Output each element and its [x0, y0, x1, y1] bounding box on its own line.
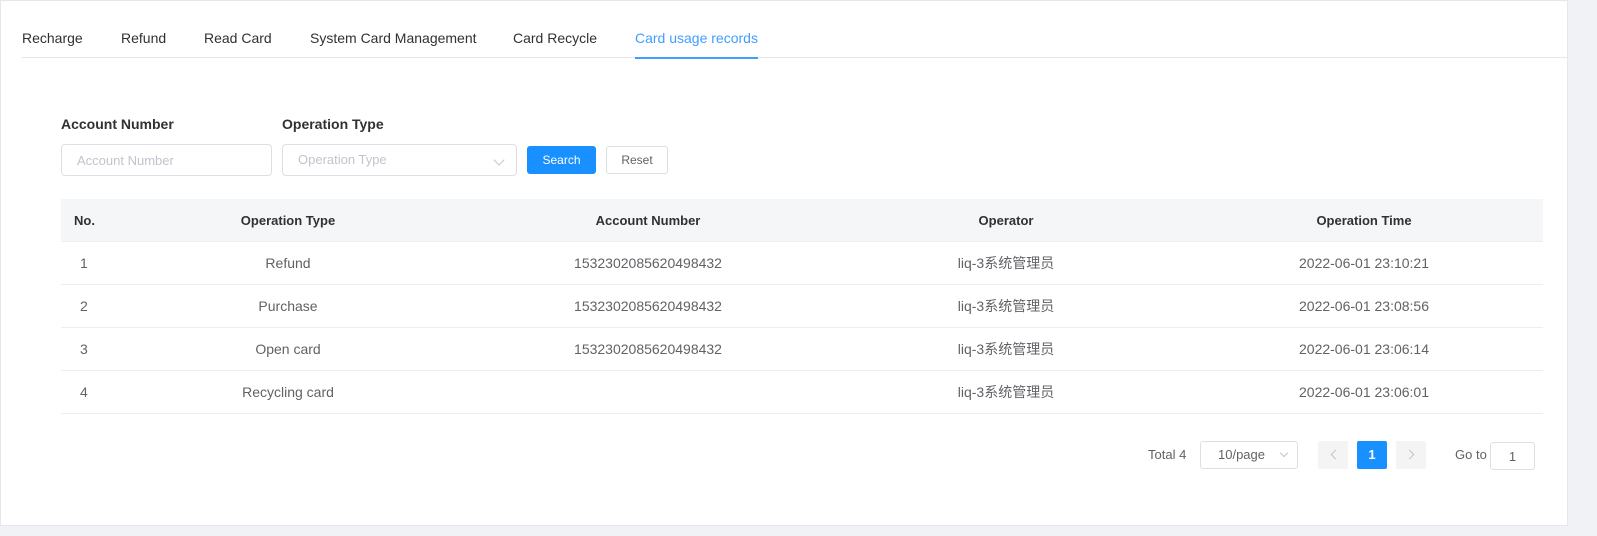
tab-recharge[interactable]: Recharge [22, 1, 83, 58]
chevron-down-icon [493, 154, 505, 166]
goto-page-input[interactable] [1490, 442, 1535, 470]
cell-operation-time: 2022-06-01 23:08:56 [1299, 298, 1429, 314]
page-size-select[interactable]: 10/page [1200, 441, 1298, 469]
header-no: No. [74, 213, 95, 228]
cell-operator: liq-3系统管理员 [957, 384, 1055, 400]
next-page-button[interactable] [1396, 441, 1426, 469]
cell-no: 2 [80, 298, 88, 314]
cell-operation-type: Open card [255, 341, 321, 357]
prev-page-button[interactable] [1318, 441, 1348, 469]
search-button[interactable]: Search [527, 146, 596, 174]
goto-label: Go to [1455, 447, 1487, 462]
chevron-right-icon [1404, 449, 1415, 460]
header-operation-type: Operation Type [240, 213, 336, 228]
page-number-current[interactable]: 1 [1357, 441, 1387, 469]
tab-refund[interactable]: Refund [121, 1, 166, 58]
operation-type-select[interactable]: Operation Type [282, 144, 517, 176]
header-operation-time: Operation Time [1316, 213, 1412, 228]
cell-operation-type: Recycling card [242, 384, 334, 400]
tab-system-card-management[interactable]: System Card Management [310, 1, 477, 58]
cell-no: 4 [80, 384, 88, 400]
table-row: 3 Open card 1532302085620498432 liq-3系统管… [61, 328, 1543, 371]
header-operator: Operator [978, 213, 1034, 228]
cell-account-number: 1532302085620498432 [574, 298, 722, 314]
tab-card-recycle[interactable]: Card Recycle [513, 1, 597, 58]
chevron-down-icon [1279, 448, 1289, 458]
table-row: 2 Purchase 1532302085620498432 liq-3系统管理… [61, 285, 1543, 328]
operation-type-label: Operation Type [282, 116, 384, 132]
tab-read-card[interactable]: Read Card [204, 1, 272, 58]
account-number-label: Account Number [61, 116, 174, 132]
table-header: No. Operation Type Account Number Operat… [61, 199, 1543, 242]
cell-operation-time: 2022-06-01 23:10:21 [1299, 255, 1429, 271]
header-account-number: Account Number [595, 213, 701, 228]
cell-operator: liq-3系统管理员 [957, 255, 1055, 271]
cell-no: 1 [80, 255, 88, 271]
pagination-total: Total 4 [1148, 447, 1187, 462]
tab-bar: Recharge Refund Read Card System Card Ma… [22, 1, 1568, 59]
cell-account-number: 1532302085620498432 [574, 255, 722, 271]
cell-operation-time: 2022-06-01 23:06:01 [1299, 384, 1429, 400]
records-table: No. Operation Type Account Number Operat… [61, 199, 1543, 414]
reset-button[interactable]: Reset [606, 146, 668, 174]
operation-type-placeholder: Operation Type [298, 152, 387, 167]
cell-operator: liq-3系统管理员 [957, 341, 1055, 357]
table-row: 4 Recycling card liq-3系统管理员 2022-06-01 2… [61, 371, 1543, 414]
account-number-input[interactable] [61, 144, 272, 176]
page-frame: Recharge Refund Read Card System Card Ma… [0, 0, 1568, 526]
cell-account-number: 1532302085620498432 [574, 341, 722, 357]
cell-no: 3 [80, 341, 88, 357]
table-row: 1 Refund 1532302085620498432 liq-3系统管理员 … [61, 242, 1543, 285]
cell-operator: liq-3系统管理员 [957, 298, 1055, 314]
cell-operation-type: Purchase [258, 298, 318, 314]
chevron-left-icon [1330, 449, 1341, 460]
cell-operation-time: 2022-06-01 23:06:14 [1299, 341, 1429, 357]
tab-card-usage-records[interactable]: Card usage records [635, 1, 758, 59]
cell-operation-type: Refund [265, 255, 311, 271]
page-size-value: 10/page [1218, 447, 1265, 462]
